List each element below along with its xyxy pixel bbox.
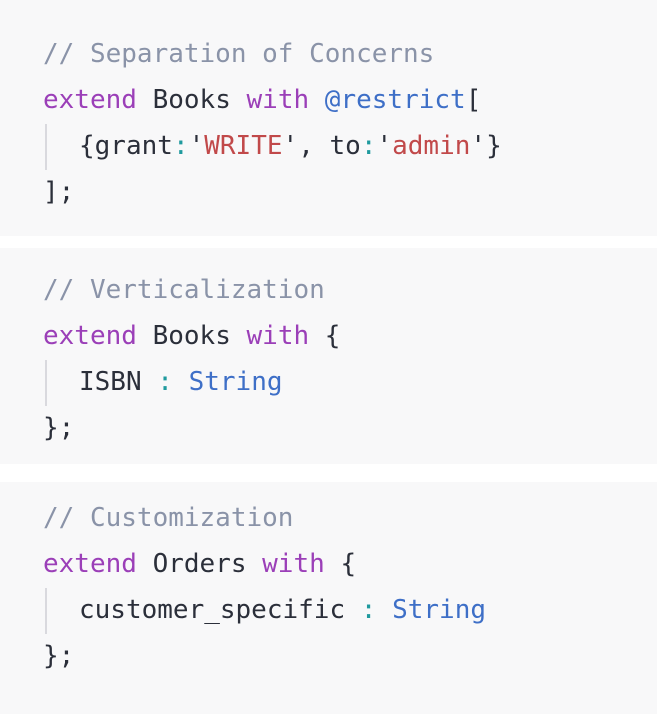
close-line: }; <box>43 633 74 679</box>
comment-line: // Customization <box>43 495 293 541</box>
code-block-separation-of-concerns: // Separation of Concerns extend Books w… <box>0 0 657 236</box>
open-brace: { <box>324 321 341 351</box>
open-brace: { <box>340 549 357 579</box>
close-brace: }; <box>43 641 75 671</box>
colon: : <box>172 131 189 161</box>
colon: : <box>157 367 173 397</box>
keyword-with: with <box>262 549 325 579</box>
comment: // Verticalization <box>43 275 325 305</box>
colon: : <box>360 595 377 625</box>
field-type: String <box>392 595 486 625</box>
extend-line: extend Books with { <box>43 313 340 359</box>
close-brace: }; <box>43 413 75 443</box>
close-brace: } <box>486 131 502 161</box>
keyword-with: with <box>246 321 310 351</box>
to-value: admin <box>392 131 471 161</box>
colon: : <box>360 131 377 161</box>
close-bracket: ]; <box>43 177 75 207</box>
extend-line: extend Books with @restrict[ <box>43 77 481 123</box>
quote: ' <box>188 131 205 161</box>
grant-value: WRITE <box>204 131 283 161</box>
entity-name: Orders <box>152 549 247 579</box>
extend-line: extend Orders with { <box>43 541 356 587</box>
grant-line: {grant:'WRITE', to:'admin'} <box>79 123 502 169</box>
close-line: }; <box>43 405 74 451</box>
open-brace: { <box>79 131 95 161</box>
open-bracket: [ <box>465 85 482 115</box>
keyword-extend: extend <box>43 321 137 351</box>
keyword-extend: extend <box>43 85 137 115</box>
quote: ' <box>282 131 299 161</box>
to-key: to <box>329 131 361 161</box>
grant-key: grant <box>94 131 173 161</box>
code-block-verticalization: // Verticalization extend Books with { I… <box>0 248 657 464</box>
indent-guide <box>45 124 47 170</box>
entity-name: Books <box>152 321 231 351</box>
code-block-customization: // Customization extend Orders with { cu… <box>0 482 657 714</box>
field-type: String <box>188 367 283 397</box>
indent-guide <box>45 360 47 406</box>
field-name: customer_specific <box>79 595 346 625</box>
field-line: customer_specific : String <box>79 587 486 633</box>
comment-line: // Verticalization <box>43 267 325 313</box>
close-line: ]; <box>43 169 74 215</box>
field-name: ISBN <box>79 367 142 397</box>
field-line: ISBN : String <box>79 359 283 405</box>
indent-guide <box>45 588 47 634</box>
quote: ' <box>376 131 393 161</box>
quote: ' <box>470 131 487 161</box>
entity-name: Books <box>152 85 231 115</box>
comment: // Customization <box>43 503 294 533</box>
comment: // Separation of Concerns <box>43 39 435 69</box>
keyword-with: with <box>246 85 310 115</box>
comment-line: // Separation of Concerns <box>43 31 434 77</box>
annotation-restrict: @restrict <box>324 85 466 115</box>
comma: , <box>298 131 330 161</box>
keyword-extend: extend <box>43 549 137 579</box>
